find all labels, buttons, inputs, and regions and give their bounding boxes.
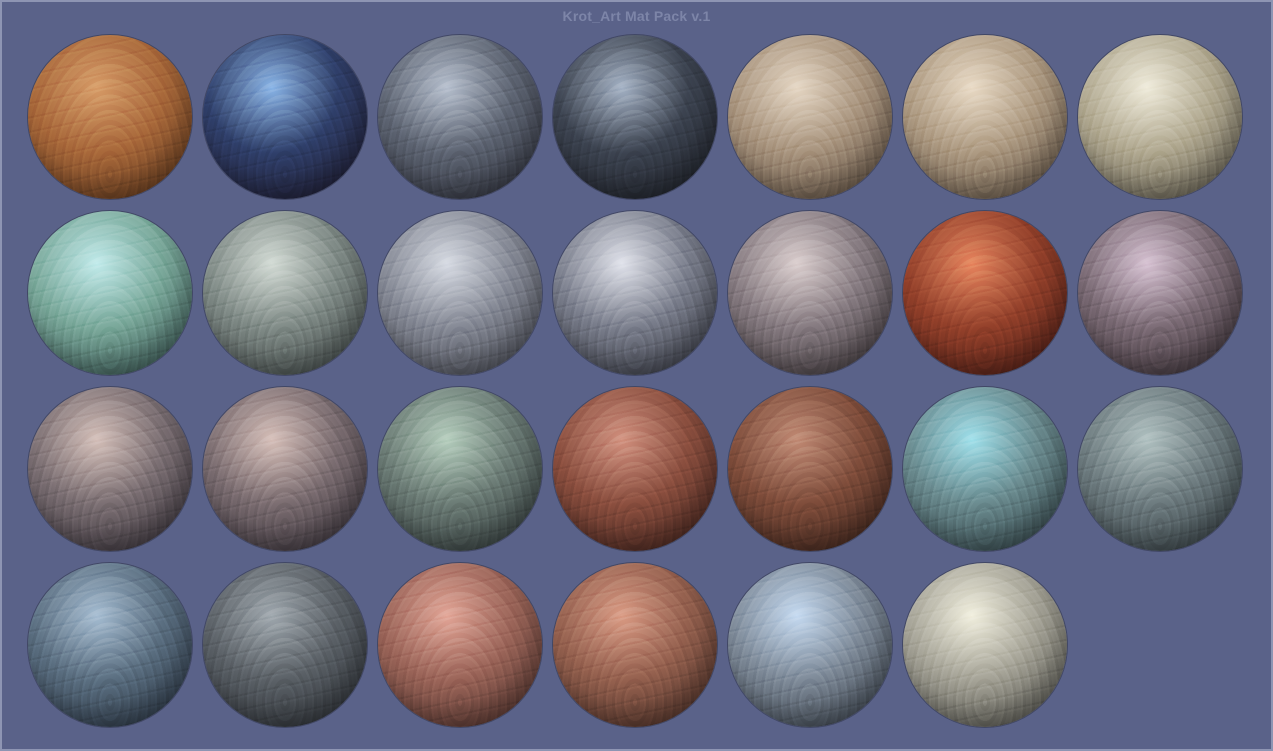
material-sphere[interactable] [203, 211, 367, 375]
material-preview-window: Krot_Art Mat Pack v.1 [0, 0, 1273, 751]
material-sphere[interactable] [553, 211, 717, 375]
material-sphere[interactable] [728, 35, 892, 199]
material-sphere[interactable] [728, 211, 892, 375]
material-sphere[interactable] [1078, 35, 1242, 199]
material-sphere[interactable] [203, 387, 367, 551]
material-sphere[interactable] [553, 563, 717, 727]
material-sphere[interactable] [903, 211, 1067, 375]
material-sphere[interactable] [203, 35, 367, 199]
material-sphere[interactable] [378, 563, 542, 727]
material-sphere[interactable] [903, 387, 1067, 551]
material-sphere[interactable] [553, 387, 717, 551]
pack-title: Krot_Art Mat Pack v.1 [562, 8, 711, 24]
material-sphere[interactable] [28, 35, 192, 199]
material-sphere[interactable] [728, 387, 892, 551]
material-sphere[interactable] [553, 35, 717, 199]
material-sphere[interactable] [378, 387, 542, 551]
material-sphere[interactable] [203, 563, 367, 727]
material-sphere[interactable] [378, 35, 542, 199]
material-sphere[interactable] [378, 211, 542, 375]
material-sphere[interactable] [28, 563, 192, 727]
material-grid [28, 35, 1242, 739]
material-sphere[interactable] [28, 211, 192, 375]
material-sphere[interactable] [1078, 211, 1242, 375]
material-sphere[interactable] [728, 563, 892, 727]
material-sphere[interactable] [1078, 387, 1242, 551]
material-sphere[interactable] [903, 563, 1067, 727]
material-sphere[interactable] [903, 35, 1067, 199]
material-sphere[interactable] [28, 387, 192, 551]
